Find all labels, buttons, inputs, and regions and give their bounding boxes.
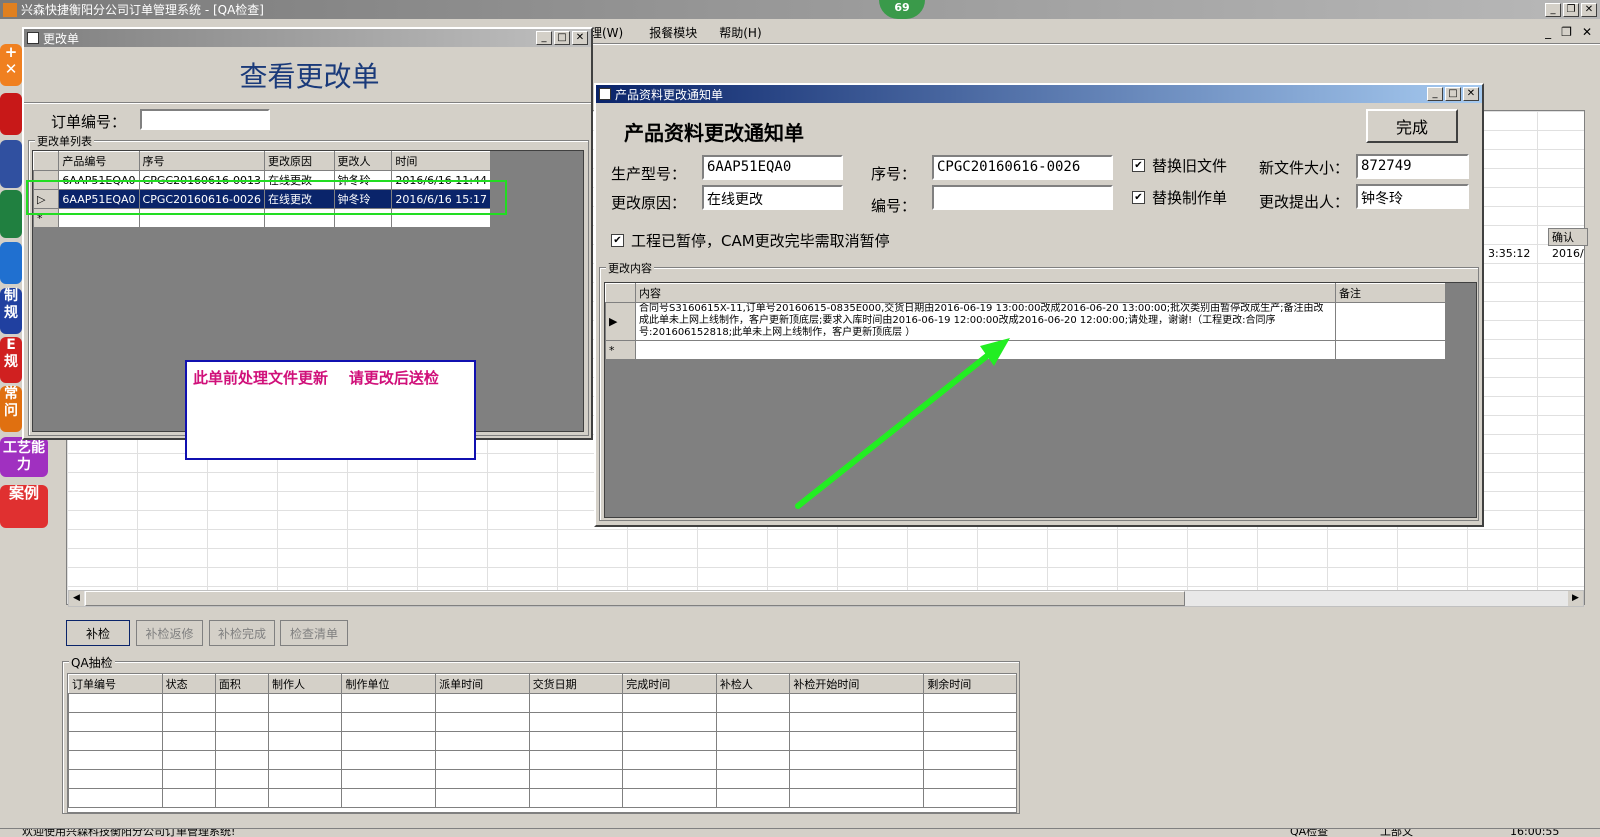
arrow-annotation — [795, 338, 1010, 509]
arrow-shaft — [795, 349, 995, 509]
arrow-head — [980, 338, 1010, 366]
